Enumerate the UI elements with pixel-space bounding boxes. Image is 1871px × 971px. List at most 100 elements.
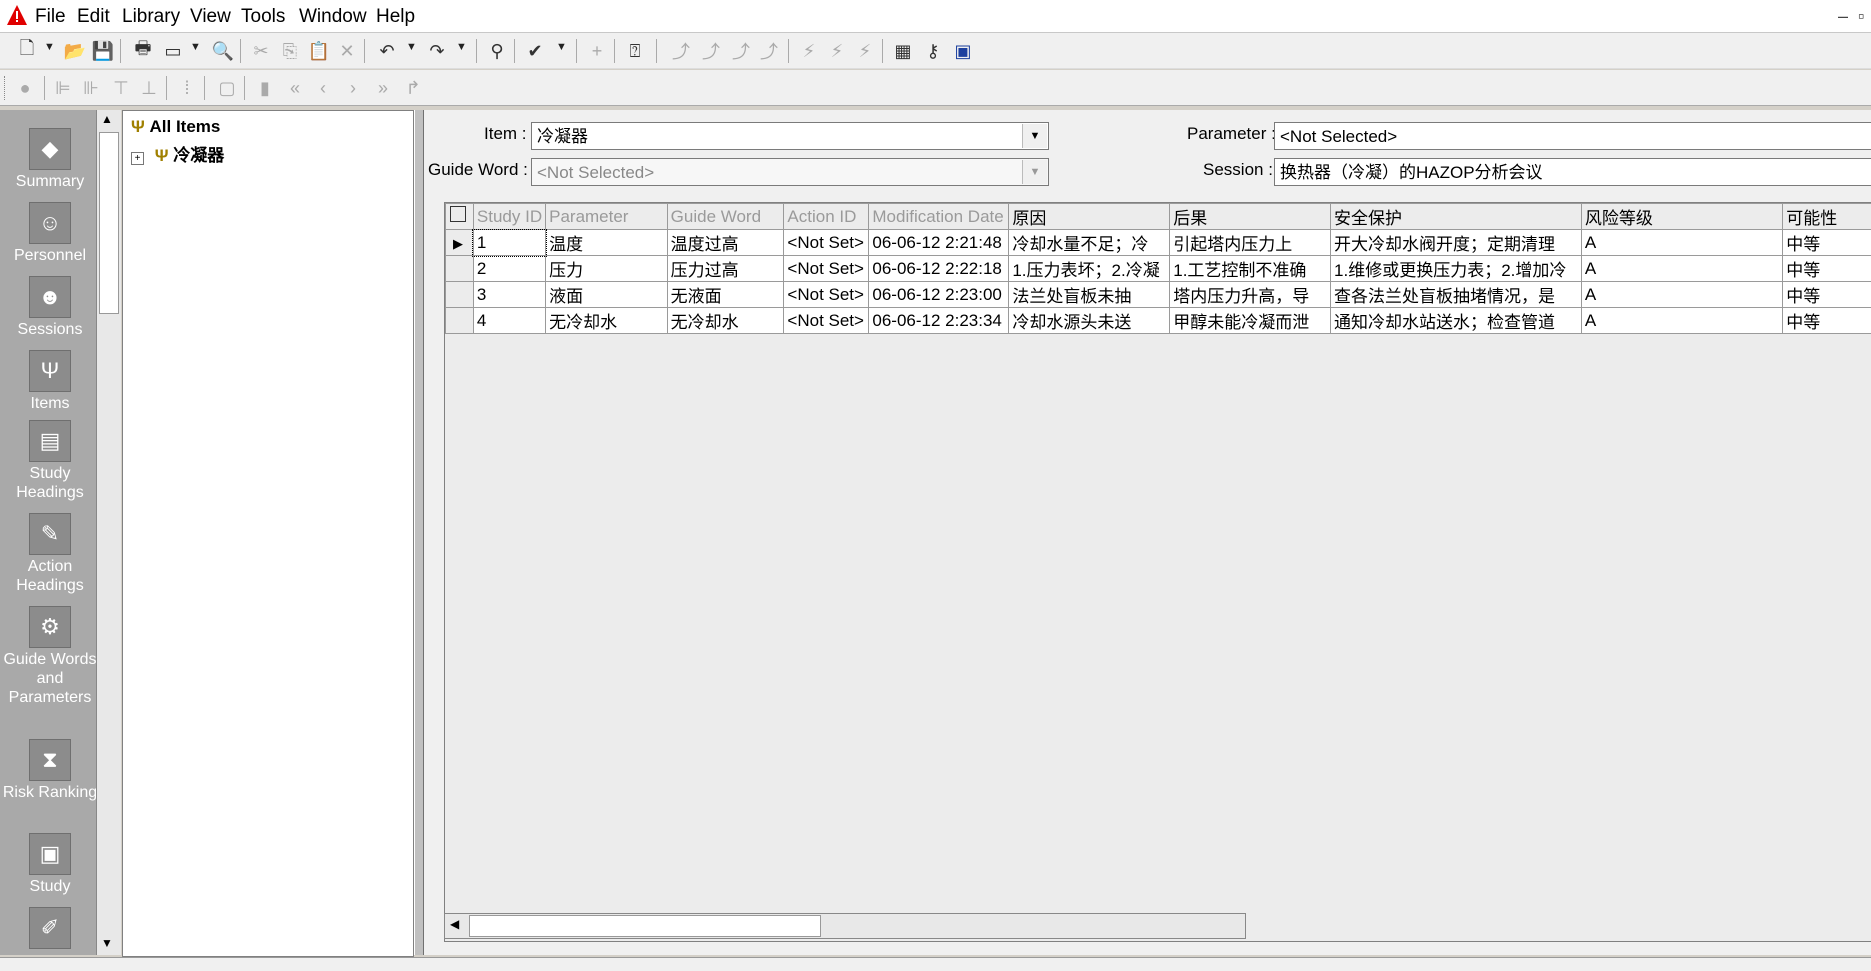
table-cell[interactable]: <Not Set> xyxy=(784,282,869,308)
column-header[interactable]: Modification Date xyxy=(869,204,1009,230)
restore-icon[interactable]: ▫ xyxy=(1858,6,1864,27)
minimize-icon[interactable]: – xyxy=(1838,6,1848,27)
sidebar-item-sessions[interactable]: ☻Sessions xyxy=(0,276,100,339)
table-cell[interactable]: 2 xyxy=(473,256,545,282)
goto-icon[interactable]: ↱ xyxy=(400,75,426,101)
paste-icon[interactable]: 📋 xyxy=(306,38,332,64)
scroll-left-icon[interactable]: ◀ xyxy=(450,917,459,931)
sidebar-item-action[interactable]: ✐ xyxy=(0,907,100,951)
copy-icon[interactable]: ⎘ xyxy=(277,38,303,64)
delete-icon[interactable]: ✕ xyxy=(334,38,360,64)
layout-dropdown-icon[interactable]: ▼ xyxy=(190,41,201,53)
spellcheck-dropdown-icon[interactable]: ▼ xyxy=(556,41,567,53)
key-icon[interactable]: ⚷ xyxy=(920,38,946,64)
menu-file[interactable]: File xyxy=(35,6,66,28)
new-document-icon[interactable]: 🗋 xyxy=(14,38,40,64)
sidebar-item-study[interactable]: ▣Study xyxy=(0,833,100,896)
link-remove-icon[interactable]: ⤴ xyxy=(756,38,782,64)
row-selector[interactable] xyxy=(446,308,474,334)
undo-dropdown-icon[interactable]: ▼ xyxy=(406,41,417,53)
first-record-icon[interactable]: « xyxy=(282,75,308,101)
row-selector[interactable] xyxy=(446,282,474,308)
table-cell[interactable]: 06-06-12 2:22:18 xyxy=(869,256,1009,282)
menu-window[interactable]: Window xyxy=(299,6,367,28)
grid-view-icon[interactable]: ▦ xyxy=(890,38,916,64)
calendar-icon[interactable]: ▣ xyxy=(950,38,976,64)
parameter-select[interactable]: <Not Selected> xyxy=(1274,122,1871,150)
table-cell[interactable]: A xyxy=(1581,282,1782,308)
print-icon[interactable]: 🖶 xyxy=(130,38,156,64)
sidebar-item-items[interactable]: ΨItems xyxy=(0,350,100,413)
table-cell[interactable]: 06-06-12 2:21:48 xyxy=(869,230,1009,256)
table-cell[interactable]: 压力过高 xyxy=(667,256,784,282)
table-cell[interactable]: <Not Set> xyxy=(784,308,869,334)
column-header[interactable]: Guide Word xyxy=(667,204,784,230)
scroll-up-icon[interactable]: ▲ xyxy=(101,112,113,126)
table-cell[interactable]: 无冷却水 xyxy=(667,308,784,334)
table-cell[interactable]: 甲醇未能冷凝而泄 xyxy=(1170,308,1331,334)
table-cell[interactable]: 温度过高 xyxy=(667,230,784,256)
sidebar-item-study-headings[interactable]: ▤Study Headings xyxy=(0,420,100,502)
cut-icon[interactable]: ✂ xyxy=(248,38,274,64)
align-right-icon[interactable]: ⊪ xyxy=(78,75,104,101)
session-select[interactable]: 换热器（冷凝）的HAZOP分析会议 xyxy=(1274,158,1871,186)
table-cell[interactable]: 1.维修或更换压力表；2.增加冷 xyxy=(1331,256,1582,282)
redo-dropdown-icon[interactable]: ▼ xyxy=(456,41,467,53)
record-icon[interactable]: ● xyxy=(12,75,38,101)
table-row[interactable]: 2压力压力过高<Not Set>06-06-12 2:22:181.压力表坏；2… xyxy=(446,256,1871,282)
sidebar-item-personnel[interactable]: ☺Personnel xyxy=(0,202,100,265)
table-cell[interactable]: 引起塔内压力上 xyxy=(1170,230,1331,256)
insert-plus-icon[interactable]: + xyxy=(584,38,610,64)
table-cell[interactable]: 1.工艺控制不准确 xyxy=(1170,256,1331,282)
column-header[interactable]: Parameter xyxy=(546,204,668,230)
link-icon[interactable]: ⤴ xyxy=(668,38,694,64)
link-add-icon[interactable]: ⤴ xyxy=(698,38,724,64)
table-cell[interactable]: 无冷却水 xyxy=(546,308,668,334)
table-cell[interactable]: 中等 xyxy=(1783,256,1871,282)
column-header[interactable]: Action ID xyxy=(784,204,869,230)
table-cell[interactable]: 查各法兰处盲板抽堵情况，是 xyxy=(1331,282,1582,308)
table-cell[interactable]: 通知冷却水站送水；检查管道 xyxy=(1331,308,1582,334)
table-cell[interactable]: 3 xyxy=(473,282,545,308)
align-left-icon[interactable]: ⊫ xyxy=(50,75,76,101)
align-bottom-icon[interactable]: ⊥ xyxy=(136,75,162,101)
column-header[interactable]: 安全保护 xyxy=(1331,204,1582,230)
table-row[interactable]: 4无冷却水无冷却水<Not Set>06-06-12 2:23:34冷却水源头未… xyxy=(446,308,1871,334)
grid-dots-icon[interactable]: ⁞ xyxy=(174,75,200,101)
expand-plus-icon[interactable]: + xyxy=(131,152,144,165)
scrollbar-thumb[interactable] xyxy=(99,132,119,314)
row-selector[interactable]: ▶ xyxy=(446,230,474,256)
table-row[interactable]: 3液面无液面<Not Set>06-06-12 2:23:00法兰处盲板未抽塔内… xyxy=(446,282,1871,308)
menu-help[interactable]: Help xyxy=(376,6,415,28)
hscroll-thumb[interactable] xyxy=(469,915,821,937)
guide-word-select[interactable]: <Not Selected> ▼ xyxy=(531,158,1049,186)
table-cell[interactable]: 06-06-12 2:23:34 xyxy=(869,308,1009,334)
table-cell[interactable]: 中等 xyxy=(1783,230,1871,256)
item-select[interactable]: 冷凝器 ▼ xyxy=(531,122,1049,150)
previous-record-icon[interactable]: ‹ xyxy=(310,75,336,101)
table-cell[interactable]: 冷却水量不足；冷 xyxy=(1009,230,1170,256)
frame-icon[interactable]: ▢ xyxy=(214,75,240,101)
action-icon-2[interactable]: ⚡ xyxy=(824,38,850,64)
table-cell[interactable]: 1 xyxy=(473,230,545,256)
column-header[interactable]: 原因 xyxy=(1009,204,1170,230)
horizontal-scrollbar[interactable]: ◀ xyxy=(444,913,1246,939)
sidebar-item-risk-ranking[interactable]: ⧗Risk Ranking xyxy=(0,739,100,802)
column-header[interactable]: 风险等级 xyxy=(1581,204,1782,230)
item-dropdown-icon[interactable]: ▼ xyxy=(1022,124,1047,148)
menu-tools[interactable]: Tools xyxy=(241,6,285,28)
next-record-icon[interactable]: › xyxy=(340,75,366,101)
sidebar-item-summary[interactable]: ◆Summary xyxy=(0,128,100,191)
table-cell[interactable]: 无液面 xyxy=(667,282,784,308)
table-cell[interactable]: 液面 xyxy=(546,282,668,308)
page-layout-icon[interactable]: ▭ xyxy=(160,38,186,64)
scroll-down-icon[interactable]: ▼ xyxy=(101,936,113,950)
table-cell[interactable]: <Not Set> xyxy=(784,230,869,256)
spellcheck-icon[interactable]: ✔ xyxy=(522,38,548,64)
table-cell[interactable]: 塔内压力升高，导 xyxy=(1170,282,1331,308)
open-folder-icon[interactable]: 📂 xyxy=(62,38,88,64)
table-cell[interactable]: A xyxy=(1581,256,1782,282)
sidebar-item-action-headings[interactable]: ✎Action Headings xyxy=(0,513,100,595)
table-row[interactable]: ▶1温度温度过高<Not Set>06-06-12 2:21:48冷却水量不足；… xyxy=(446,230,1871,256)
align-top-icon[interactable]: ⊤ xyxy=(108,75,134,101)
